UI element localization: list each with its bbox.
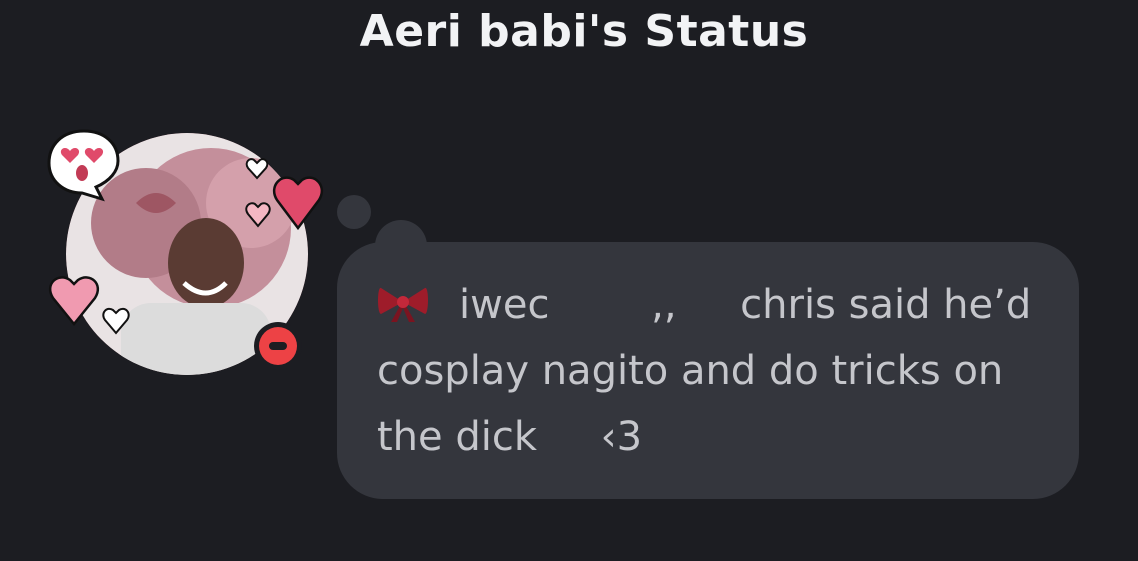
status-modal: Aeri babi's Status iwec ,, chris said he… xyxy=(0,0,1138,561)
status-line-3: the dick ‹3 xyxy=(377,414,643,460)
status-text: iwec ,, chris said he’d cosplay nagito a… xyxy=(377,272,1047,470)
outline-heart-icon xyxy=(245,158,269,180)
status-line-1: iwec ,, chris said he’d xyxy=(459,282,1032,328)
white-heart-icon xyxy=(102,307,130,335)
small-heart-icon xyxy=(245,202,271,228)
pink-heart-icon xyxy=(272,176,324,230)
status-bubble: iwec ,, chris said he’d cosplay nagito a… xyxy=(337,242,1079,499)
red-bow-icon xyxy=(378,287,428,322)
avatar-container xyxy=(40,120,330,380)
status-line-2: cosplay nagito and do tricks on xyxy=(377,348,1004,394)
page-title: Aeri babi's Status xyxy=(359,6,809,57)
heart-eyes-sticker-icon xyxy=(47,129,120,202)
thought-bubble-dot-small xyxy=(337,195,371,229)
pink-heart-left-icon xyxy=(48,276,100,326)
dnd-status-icon xyxy=(259,327,297,365)
status-indicator xyxy=(254,322,302,370)
